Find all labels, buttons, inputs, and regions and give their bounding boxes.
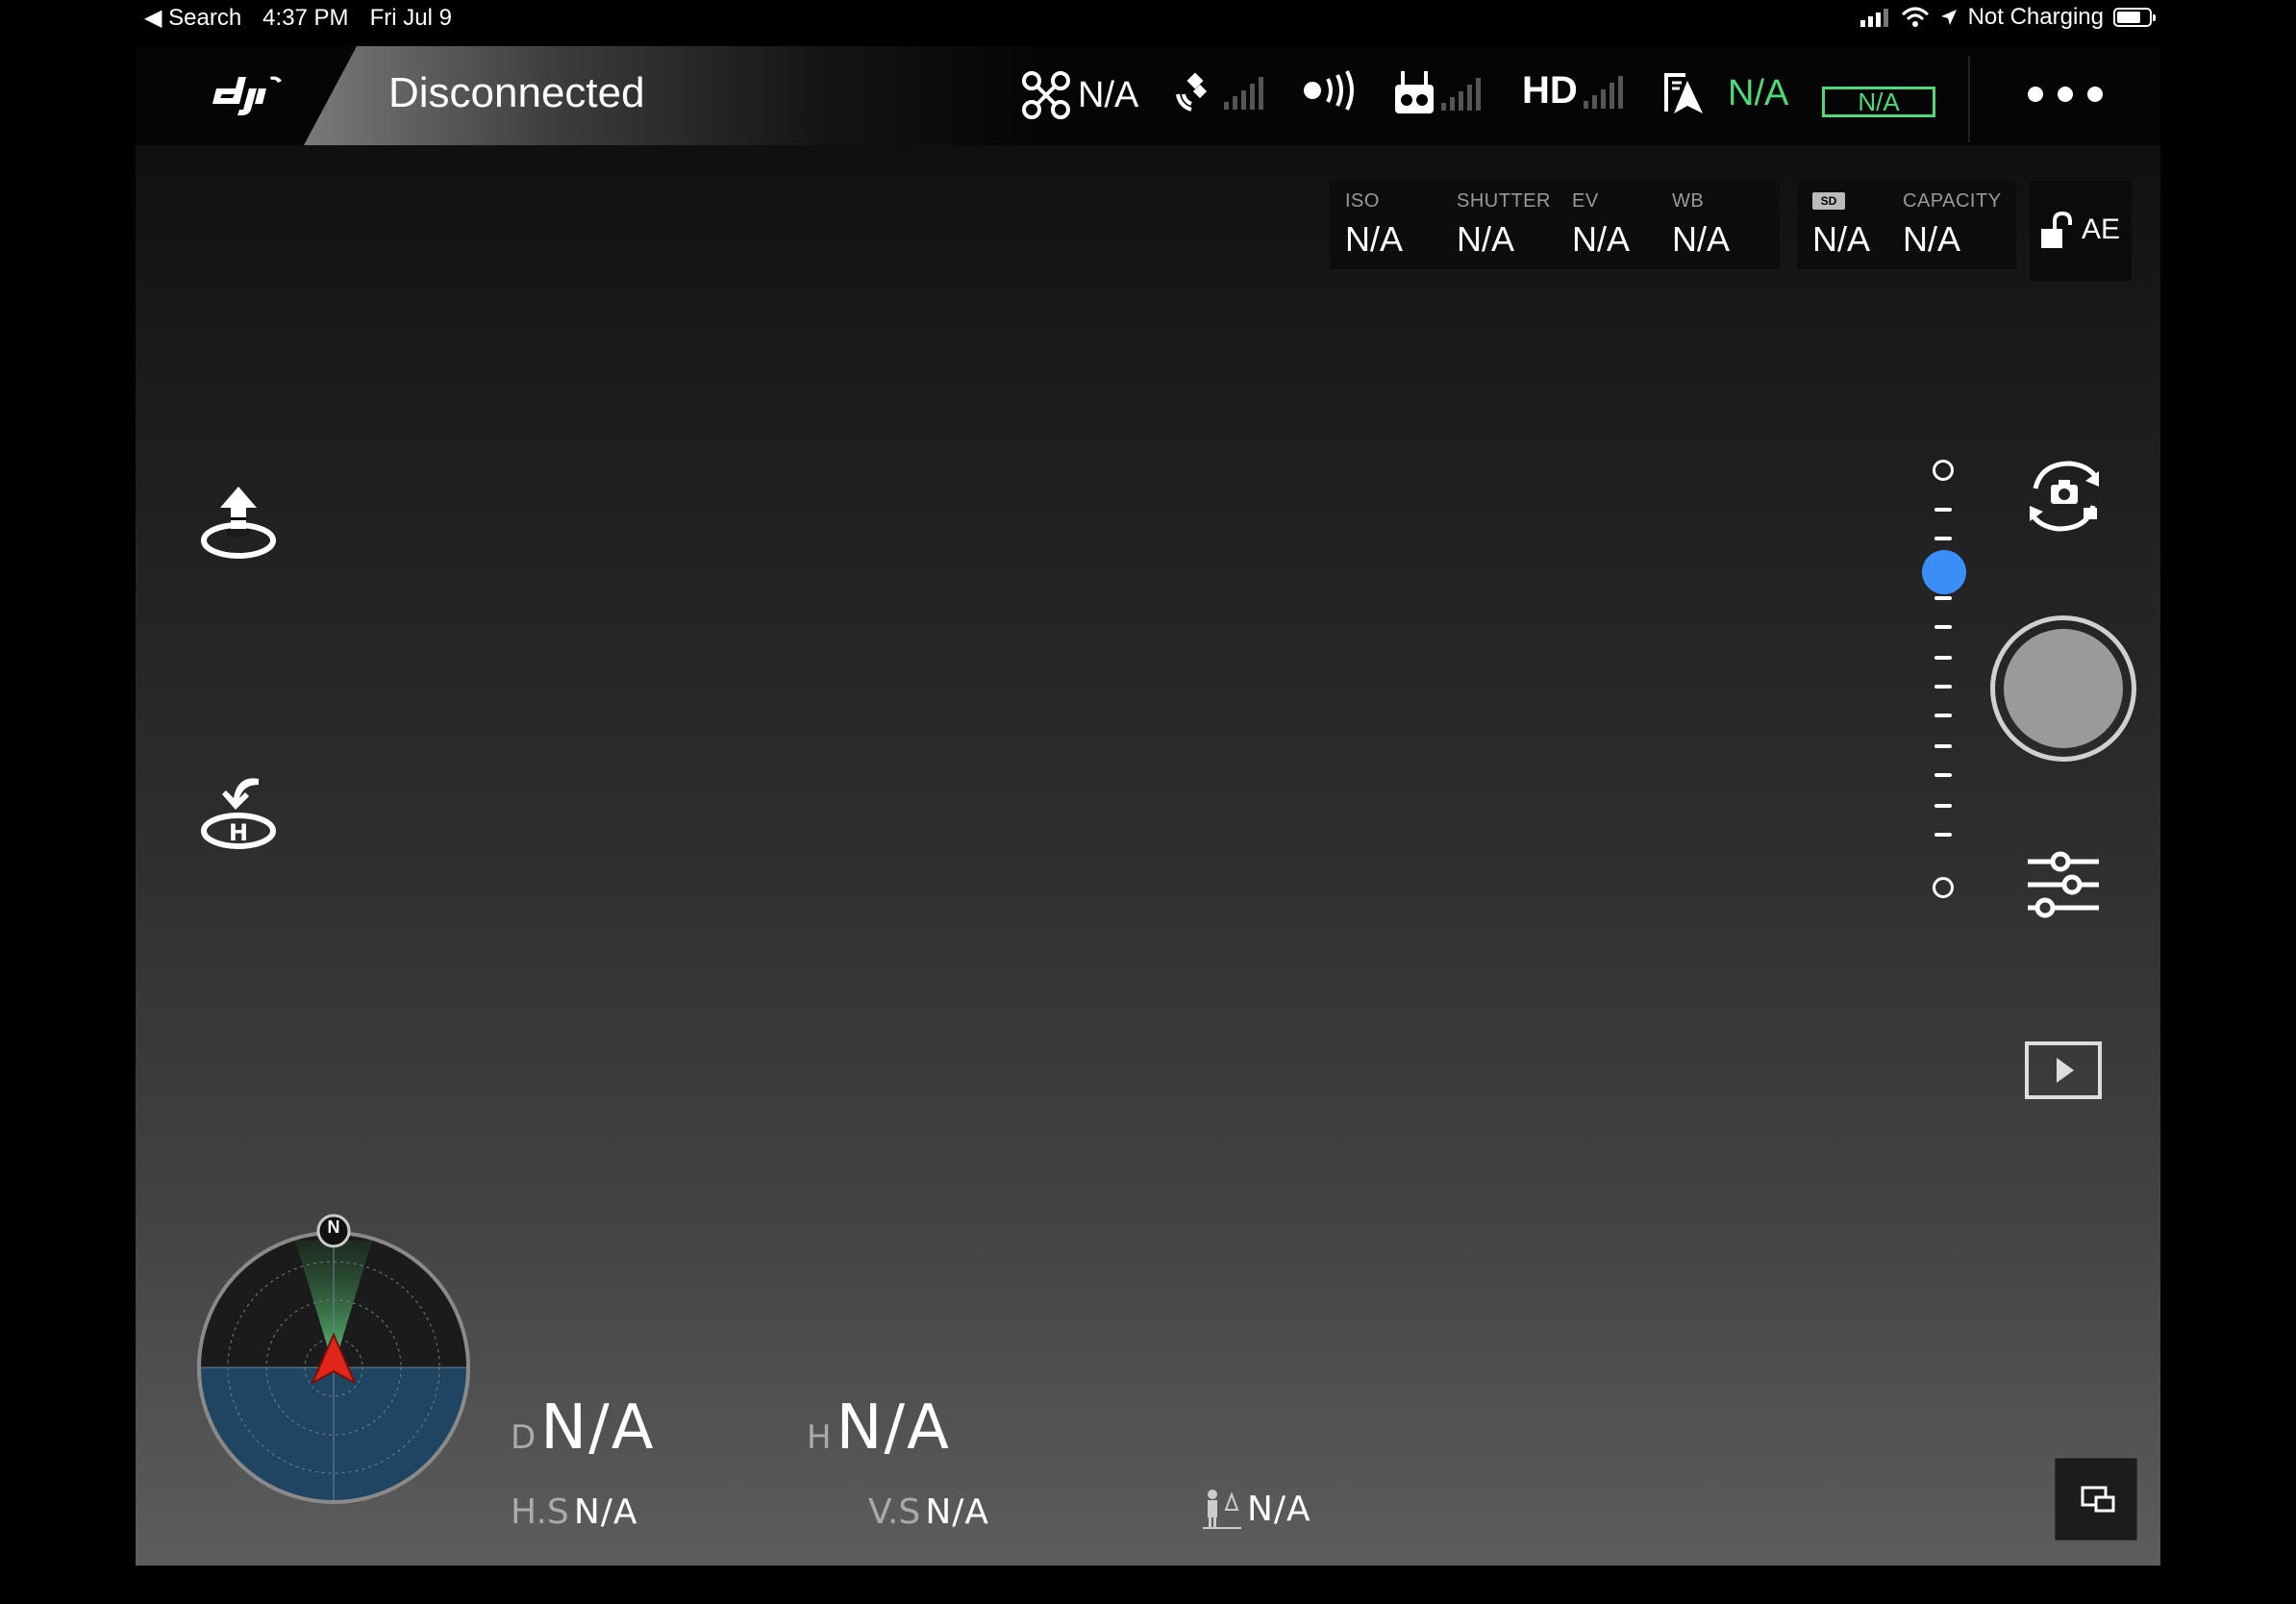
play-icon <box>2025 1041 2102 1099</box>
height-label: H <box>807 1418 832 1457</box>
obstacle-sensing-icon <box>1304 70 1354 111</box>
height-readout: H N/A <box>807 1392 951 1464</box>
capacity-value: N/A <box>1903 219 1961 259</box>
zoom-tick <box>1934 773 1952 777</box>
remote-controller-signal[interactable] <box>1393 69 1484 117</box>
vertical-speed-readout: V.S N/A <box>868 1492 989 1532</box>
dot-icon <box>2058 87 2073 102</box>
ev-value: N/A <box>1572 219 1631 259</box>
photo-video-switch-button[interactable] <box>2018 450 2110 542</box>
cellular-signal-icon <box>1859 9 1888 27</box>
battery-icon <box>2113 8 2156 27</box>
shutter-value: N/A <box>1457 219 1515 259</box>
capacity-label: CAPACITY <box>1903 190 2002 212</box>
connection-status-label: Disconnected <box>388 69 645 116</box>
auto-takeoff-button[interactable] <box>195 479 282 565</box>
shutter-label: SHUTTER <box>1457 190 1551 212</box>
distance-value: N/A <box>540 1392 656 1464</box>
camera-settings-button[interactable] <box>2022 844 2105 927</box>
topbar-divider <box>1968 56 1970 142</box>
zoom-min-marker <box>1933 877 1954 898</box>
unlock-icon <box>2041 212 2072 248</box>
drone-icon <box>1022 71 1070 119</box>
camera-exposure-panel[interactable]: ISO N/A SHUTTER N/A EV N/A WB N/A <box>1330 181 1780 269</box>
hd-label: HD <box>1522 69 1578 112</box>
dot-icon <box>2087 87 2103 102</box>
vision-sensor-status[interactable] <box>1301 69 1359 112</box>
zoom-tick <box>1934 804 1952 808</box>
clock: 4:37 PM <box>262 4 349 31</box>
more-menu-button[interactable] <box>2028 87 2103 102</box>
dji-logo-icon[interactable] <box>203 67 289 121</box>
zoom-tick <box>1934 685 1952 689</box>
wb-value: N/A <box>1672 219 1731 259</box>
camera-switch-icon <box>2029 461 2100 532</box>
back-to-search-link[interactable]: ◀ Search <box>144 4 241 32</box>
remote-controller-icon <box>1395 71 1434 113</box>
distance-readout: D N/A <box>511 1392 656 1464</box>
ae-lock-button[interactable]: AE <box>2030 181 2132 281</box>
pilot-distance-value: N/A <box>1247 1489 1311 1529</box>
ev-label: EV <box>1572 190 1599 212</box>
vspeed-label: V.S <box>868 1492 921 1532</box>
satellite-icon <box>1176 72 1208 112</box>
takeoff-icon <box>201 487 276 559</box>
sd-card-icon: SD <box>1812 192 1845 210</box>
sd-value: N/A <box>1812 219 1871 259</box>
zoom-tick <box>1934 833 1952 837</box>
dji-fly-app: Disconnected N/A HD N/A N/A ISO N/A SHUT… <box>136 46 2160 1566</box>
settings-sliders-icon <box>2028 851 2099 918</box>
zoom-tick <box>1934 714 1952 717</box>
storage-panel[interactable]: SD N/A CAPACITY N/A <box>1797 181 2016 269</box>
flight-battery-status[interactable]: N/A <box>1660 69 1788 117</box>
north-indicator: N <box>327 1217 340 1237</box>
battery-percentage-value: N/A <box>1728 72 1789 113</box>
iso-label: ISO <box>1345 190 1380 212</box>
gps-signal-bars-icon <box>1224 77 1263 110</box>
zoom-tick <box>1934 508 1952 512</box>
charging-status: Not Charging <box>1967 4 2104 30</box>
zoom-slider-knob[interactable] <box>1922 550 1966 594</box>
ios-status-bar: ◀ Search 4:37 PM Fri Jul 9 Not Charging <box>0 0 2296 38</box>
rc-signal-bars-icon <box>1441 78 1481 111</box>
zoom-tick <box>1934 537 1952 540</box>
iso-value: N/A <box>1345 219 1404 259</box>
playback-button[interactable] <box>2024 1040 2103 1100</box>
shutter-button-inner <box>2004 629 2123 748</box>
flight-mode-icon <box>1664 73 1703 113</box>
zoom-tick <box>1934 656 1952 660</box>
aircraft-status-value: N/A <box>1078 74 1139 115</box>
pilot-distance-icon <box>1203 1490 1241 1529</box>
ae-label: AE <box>2082 213 2121 245</box>
hd-signal-bars-icon <box>1583 75 1623 109</box>
zoom-tick <box>1934 625 1952 629</box>
aircraft-status[interactable]: N/A <box>1020 69 1138 121</box>
pilot-distance-readout: N/A <box>1203 1489 1311 1529</box>
location-arrow-icon <box>1940 10 1957 25</box>
height-value: N/A <box>836 1392 951 1464</box>
wifi-icon <box>1901 7 1929 27</box>
compass-radar[interactable]: N <box>191 1212 480 1510</box>
shutter-button[interactable] <box>1990 615 2136 762</box>
return-to-home-button[interactable]: H <box>195 769 282 856</box>
zoom-max-marker <box>1933 460 1954 481</box>
wb-label: WB <box>1672 190 1705 212</box>
pip-switch-icon <box>2081 1486 2115 1513</box>
gps-signal[interactable] <box>1172 69 1264 115</box>
date: Fri Jul 9 <box>369 4 452 31</box>
horizontal-speed-readout: H.S N/A <box>511 1492 638 1532</box>
battery-voltage-box[interactable]: N/A <box>1822 87 1935 117</box>
map-view-toggle-button[interactable] <box>2055 1458 2137 1541</box>
zoom-tick <box>1934 744 1952 748</box>
return-home-icon: H <box>201 778 276 849</box>
zoom-tick <box>1934 596 1952 600</box>
dot-icon <box>2028 87 2043 102</box>
hspeed-label: H.S <box>511 1492 569 1532</box>
distance-label: D <box>511 1418 537 1457</box>
hspeed-value: N/A <box>573 1492 638 1532</box>
svg-text:H: H <box>229 819 248 846</box>
zoom-slider[interactable] <box>1922 450 1966 912</box>
video-link-signal[interactable]: HD <box>1522 69 1626 113</box>
vspeed-value: N/A <box>925 1492 990 1532</box>
